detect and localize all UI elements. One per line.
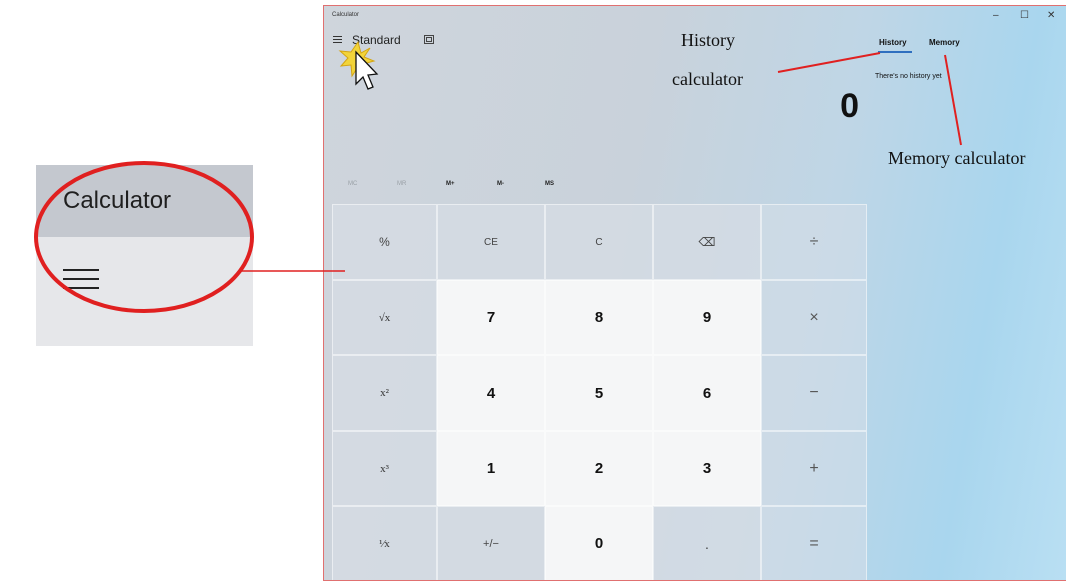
digit-9-button[interactable]: 9 <box>653 280 761 355</box>
clear-entry-button[interactable]: CE <box>437 204 545 280</box>
close-button[interactable]: ✕ <box>1047 10 1055 21</box>
negate-button[interactable]: +/− <box>437 506 545 580</box>
tab-memory[interactable]: Memory <box>929 38 960 47</box>
memory-recall-button[interactable]: MR <box>397 181 406 187</box>
memory-subtract-button[interactable]: M- <box>497 181 504 187</box>
window-border-top <box>323 5 1066 6</box>
memory-store-button[interactable]: MS <box>545 181 554 187</box>
keypad: % CE C ⌫ ÷ √x 7 8 9 × x² 4 5 6 − x³ 1 2 … <box>332 204 867 580</box>
tab-history[interactable]: History <box>879 38 907 47</box>
maximize-button[interactable]: ☐ <box>1020 10 1029 21</box>
calculator-window: Calculator – ☐ ✕ Standard History Memory… <box>323 5 1066 580</box>
zoom-inset: Calculator <box>36 165 253 346</box>
digit-8-button[interactable]: 8 <box>545 280 653 355</box>
clear-button[interactable]: C <box>545 204 653 280</box>
memory-clear-button[interactable]: MC <box>348 181 357 187</box>
equals-button[interactable]: = <box>761 506 867 580</box>
memory-add-button[interactable]: M+ <box>446 181 455 187</box>
inset-titlebar: Calculator <box>36 165 253 237</box>
digit-2-button[interactable]: 2 <box>545 431 653 506</box>
digit-0-button[interactable]: 0 <box>545 506 653 580</box>
minimize-button[interactable]: – <box>993 10 999 21</box>
cube-root-button[interactable]: √x <box>332 280 437 355</box>
backspace-button[interactable]: ⌫ <box>653 204 761 280</box>
divide-button[interactable]: ÷ <box>761 204 867 280</box>
inset-body <box>36 237 253 346</box>
window-border-bottom <box>323 580 1066 581</box>
tab-history-underline <box>878 51 912 53</box>
hamburger-icon[interactable] <box>63 269 99 291</box>
history-empty-text: There's no history yet <box>875 73 942 80</box>
calculator-display: 0 <box>840 87 859 125</box>
annotation-history-line2: calculator <box>672 69 743 89</box>
square-button[interactable]: x² <box>332 355 437 431</box>
window-title: Calculator <box>332 12 360 18</box>
reciprocal-button[interactable]: ¹⁄x <box>332 506 437 580</box>
inset-title: Calculator <box>63 187 172 214</box>
decimal-button[interactable]: . <box>653 506 761 580</box>
mode-title: Standard <box>352 33 401 47</box>
multiply-button[interactable]: × <box>761 280 867 355</box>
annotation-memory: Memory calculator <box>888 148 1026 168</box>
cube-button[interactable]: x³ <box>332 431 437 506</box>
digit-7-button[interactable]: 7 <box>437 280 545 355</box>
window-border-left <box>323 5 324 581</box>
add-button[interactable]: + <box>761 431 867 506</box>
digit-3-button[interactable]: 3 <box>653 431 761 506</box>
percent-button[interactable]: % <box>332 204 437 280</box>
subtract-button[interactable]: − <box>761 355 867 431</box>
digit-6-button[interactable]: 6 <box>653 355 761 431</box>
digit-1-button[interactable]: 1 <box>437 431 545 506</box>
digit-5-button[interactable]: 5 <box>545 355 653 431</box>
menu-icon[interactable] <box>333 36 343 44</box>
keep-on-top-icon[interactable] <box>424 35 434 44</box>
digit-4-button[interactable]: 4 <box>437 355 545 431</box>
annotation-history-line1: History <box>681 30 735 50</box>
